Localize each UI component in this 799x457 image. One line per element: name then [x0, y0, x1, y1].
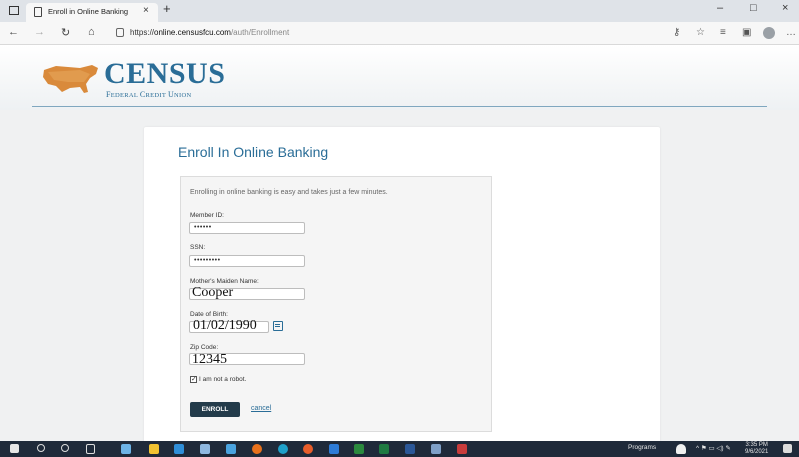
refresh-icon[interactable]: ↻ [61, 26, 70, 39]
app-icon-4[interactable] [278, 444, 288, 454]
onedrive-icon[interactable] [676, 444, 686, 454]
word-icon[interactable] [405, 444, 415, 454]
cortana-icon[interactable] [61, 444, 69, 452]
home-icon[interactable]: ⌂ [88, 26, 95, 38]
maximize-button[interactable]: □ [750, 2, 757, 14]
member-id-label: Member ID: [190, 212, 224, 219]
dob-value: 01/02/1990 [193, 318, 257, 333]
collections-icon[interactable]: ▣ [742, 27, 751, 38]
ssn-label: SSN: [190, 244, 206, 251]
header-divider [32, 106, 767, 107]
clock-date: 9/6/2021 [745, 449, 769, 455]
enrollment-form [180, 176, 492, 432]
firefox-icon[interactable] [303, 444, 313, 454]
new-tab-button[interactable]: + [163, 1, 171, 16]
start-icon[interactable] [10, 444, 19, 453]
page-title: Enroll In Online Banking [178, 144, 329, 160]
usa-map-logo-icon [43, 65, 98, 93]
favorite-icon[interactable]: ☆ [696, 27, 705, 38]
ssn-input[interactable]: ••••••••• [189, 255, 305, 267]
minimize-button[interactable]: – [717, 2, 723, 14]
url-scheme: https:// [130, 28, 155, 37]
address-bar[interactable]: https://online.censusfcu.com/auth/Enroll… [130, 28, 289, 37]
member-id-value: •••••• [194, 224, 212, 231]
form-intro: Enrolling in online banking is easy and … [190, 189, 388, 196]
lock-icon[interactable] [116, 28, 124, 37]
logo-subtitle: FEDERAL CREDIT UNION [106, 90, 192, 99]
store-app-icon[interactable] [174, 444, 184, 454]
url-host: online.censusfcu.com [154, 28, 231, 37]
tab-enroll-online-banking[interactable]: Enroll in Online Banking × [26, 3, 158, 22]
people-app-icon[interactable] [121, 444, 131, 454]
notifications-icon[interactable] [783, 444, 792, 453]
app-icon-3[interactable] [252, 444, 262, 454]
ssn-value: ••••••••• [194, 257, 221, 264]
more-icon[interactable]: … [786, 27, 796, 38]
address-bar-row: ← → ↻ ⌂ https://online.censusfcu.com/aut… [0, 22, 799, 45]
tab-close-icon[interactable]: × [143, 5, 149, 16]
search-icon[interactable] [37, 444, 45, 452]
browser-tab-strip: Enroll in Online Banking × + – □ × [0, 0, 799, 22]
clock-time: 3:35 PM [745, 442, 768, 448]
robot-checkbox-label: I am not a robot. [199, 376, 247, 383]
file-explorer-icon[interactable] [149, 444, 159, 454]
zip-value: 12345 [192, 352, 227, 367]
forward-icon[interactable]: → [34, 26, 45, 38]
close-window-button[interactable]: × [782, 2, 788, 14]
excel-icon[interactable] [379, 444, 389, 454]
page-icon [34, 7, 42, 17]
enroll-button[interactable]: ENROLL [190, 402, 240, 417]
tab-actions-icon[interactable] [9, 6, 19, 15]
cancel-link[interactable]: cancel [251, 405, 271, 412]
profile-avatar[interactable] [763, 27, 775, 39]
app-icon-5[interactable] [354, 444, 364, 454]
programs-toolbar[interactable]: Programs [628, 444, 656, 451]
dob-label: Date of Birth: [190, 311, 228, 318]
zip-label: Zip Code: [190, 344, 219, 351]
app-icon-1[interactable] [200, 444, 210, 454]
robot-checkbox[interactable]: ✓ [190, 376, 197, 383]
app-icon-2[interactable] [226, 444, 236, 454]
maiden-name-value: Cooper [192, 285, 234, 300]
key-icon[interactable]: ⚷ [673, 27, 680, 38]
app-icon-6[interactable] [431, 444, 441, 454]
member-id-input[interactable]: •••••• [189, 222, 305, 234]
system-tray-icons[interactable]: ^ ⚑ ▭ ◁) ✎ [696, 444, 731, 452]
app-icon-7[interactable] [457, 444, 467, 454]
task-view-icon[interactable] [86, 444, 95, 454]
calendar-icon[interactable] [273, 321, 283, 331]
clock[interactable]: 3:35 PM 9/6/2021 [745, 442, 768, 456]
logo-name: CENSUS [104, 57, 226, 90]
url-path: /auth/Enrollment [230, 28, 290, 37]
tab-title: Enroll in Online Banking [48, 7, 129, 16]
back-icon[interactable]: ← [8, 26, 19, 38]
maiden-name-label: Mother's Maiden Name: [190, 278, 259, 285]
edge-icon[interactable] [329, 444, 339, 454]
windows-taskbar: Programs ^ ⚑ ▭ ◁) ✎ 3:35 PM 9/6/2021 [0, 441, 799, 457]
favorites-list-icon[interactable]: ≡ [720, 27, 726, 38]
